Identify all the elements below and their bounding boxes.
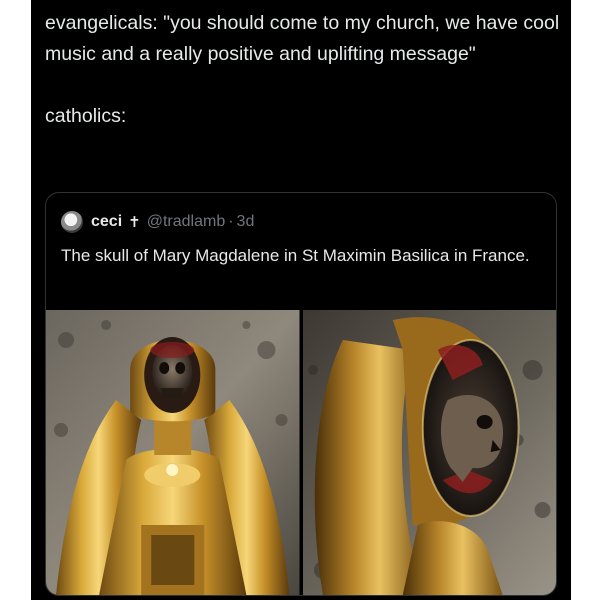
reliquary-side-photo[interactable] bbox=[302, 310, 556, 595]
post-card: evangelicals: "you should come to my chu… bbox=[31, 0, 571, 600]
quoted-post-text: The skull of Mary Magdalene in St Maximi… bbox=[61, 246, 530, 265]
post-text: evangelicals: "you should come to my chu… bbox=[45, 12, 560, 127]
separator-dot: · bbox=[228, 213, 234, 230]
reliquary-front-photo[interactable] bbox=[46, 310, 300, 595]
quoted-post-header: ceci ✝ @tradlamb · 3d bbox=[61, 211, 254, 233]
author-name[interactable]: ceci bbox=[91, 213, 122, 231]
author-handle[interactable]: @tradlamb bbox=[147, 213, 226, 231]
reliquary-side-image bbox=[302, 310, 556, 595]
avatar[interactable] bbox=[61, 211, 83, 233]
reliquary-front-image bbox=[46, 310, 300, 595]
cross-icon: ✝ bbox=[128, 214, 141, 231]
media-grid bbox=[46, 310, 556, 595]
quoted-post[interactable]: ceci ✝ @tradlamb · 3d The skull of Mary … bbox=[45, 192, 557, 596]
post-time[interactable]: 3d bbox=[237, 213, 255, 231]
